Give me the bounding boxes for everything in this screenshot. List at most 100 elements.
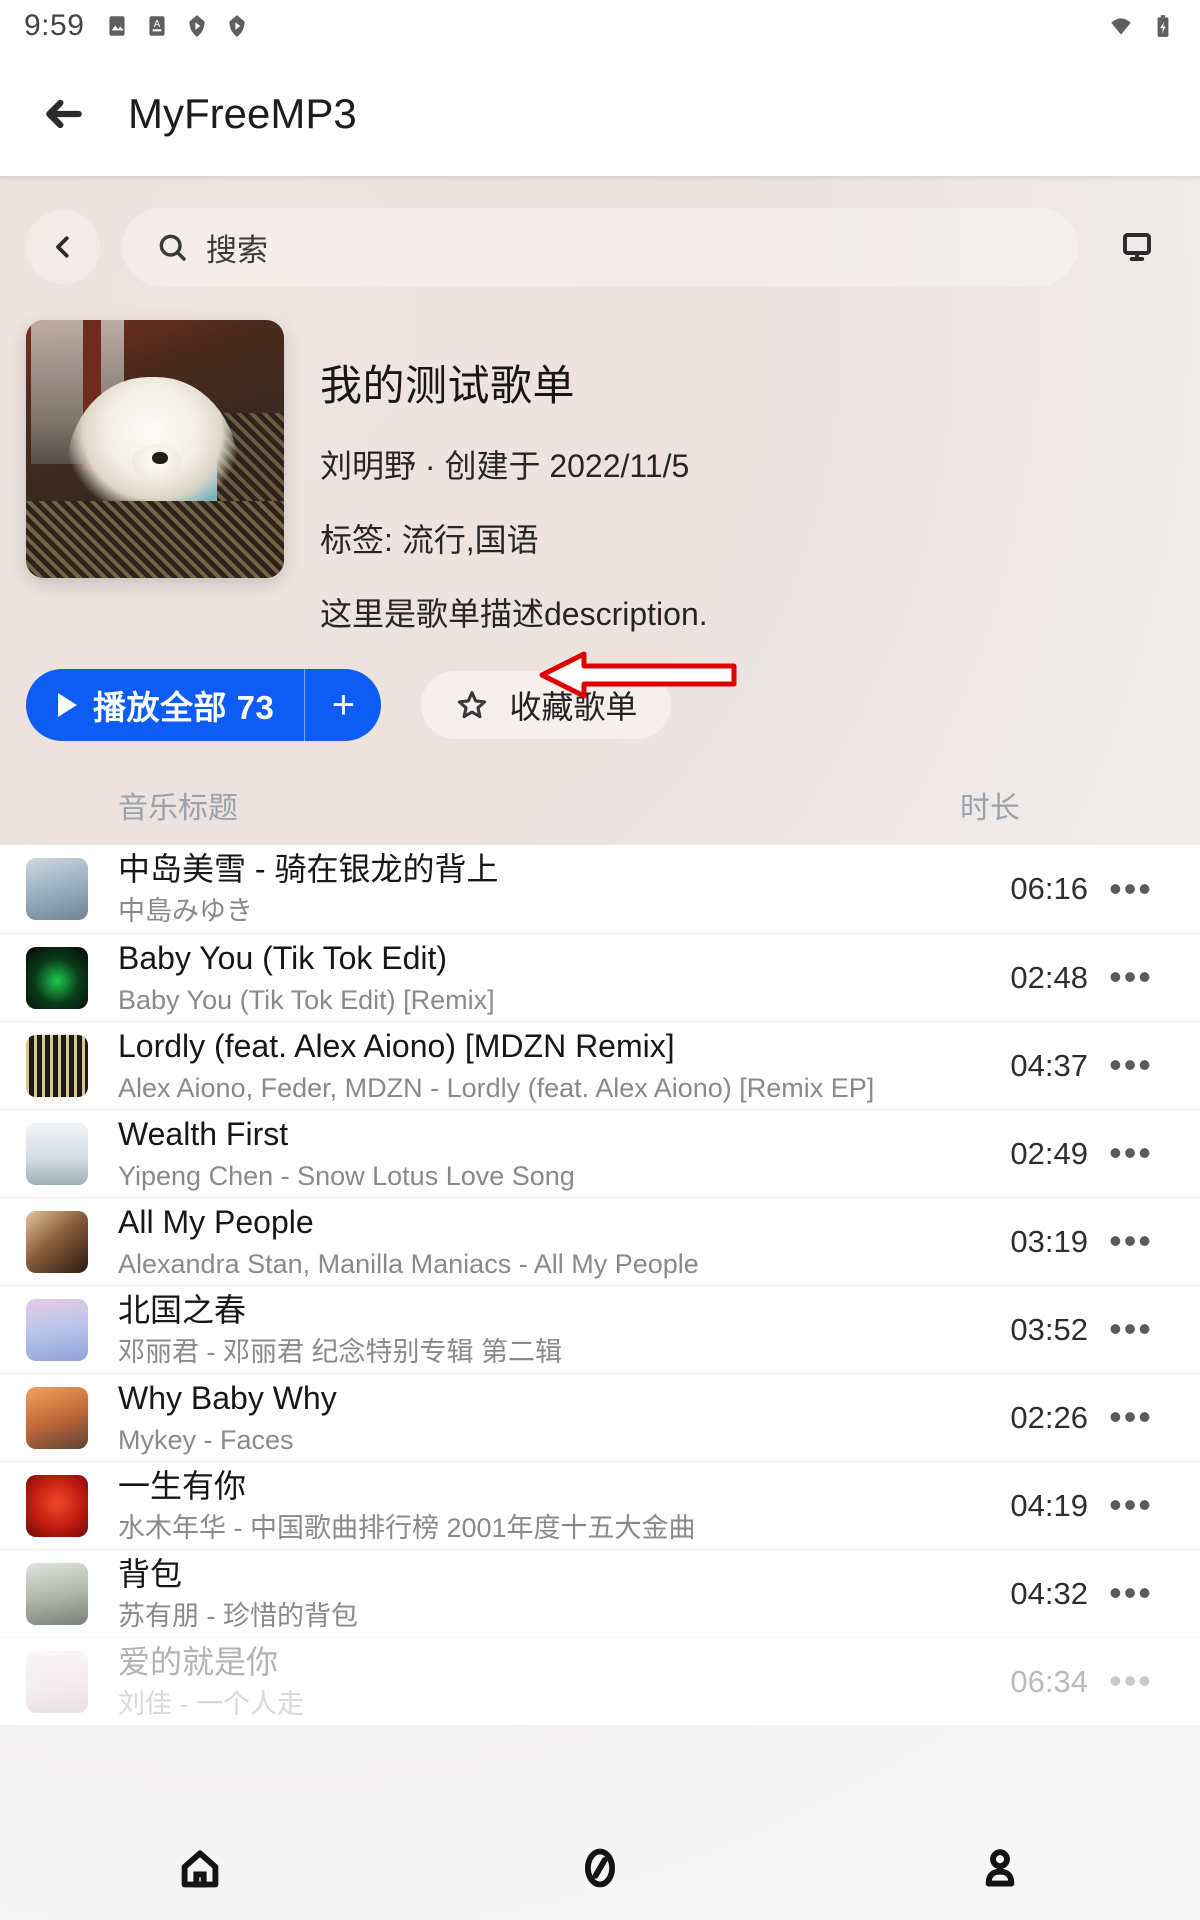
add-to-playlist-button[interactable]: + xyxy=(305,669,381,741)
search-placeholder: 搜索 xyxy=(206,232,268,268)
song-info: 一生有你 水木年华 - 中国歌曲排行榜 2001年度十五大金曲 xyxy=(118,1467,956,1545)
song-more-button[interactable]: ••• xyxy=(1088,1662,1174,1699)
playlist-creator-line: 刘明野 · 创建于 2022/11/5 xyxy=(320,448,690,484)
playlist-meta: 我的测试歌单 刘明野 · 创建于 2022/11/5 标签: 流行,国语 这里是… xyxy=(320,320,1174,635)
song-title: 中岛美雪 - 骑在银龙的背上 xyxy=(118,851,499,888)
song-more-button[interactable]: ••• xyxy=(1088,958,1174,995)
nav-home[interactable] xyxy=(145,1823,255,1913)
wifi-icon xyxy=(1111,18,1131,35)
song-subtitle: Yipeng Chen - Snow Lotus Love Song xyxy=(118,1160,575,1191)
song-more-button[interactable]: ••• xyxy=(1088,1486,1174,1523)
playlist-description: 这里是歌单描述description. xyxy=(320,596,708,632)
song-row[interactable]: Wealth First Yipeng Chen - Snow Lotus Lov… xyxy=(0,1109,1200,1197)
song-row[interactable]: 爱的就是你 刘佳 - 一个人走 06:34 ••• xyxy=(0,1637,1200,1725)
person-icon xyxy=(985,1849,1015,1887)
song-more-button[interactable]: ••• xyxy=(1088,1222,1174,1259)
song-duration: 06:34 xyxy=(1010,1663,1088,1699)
song-row[interactable]: 背包苏有朋 - 珍惜的背包 04:32 ••• xyxy=(0,1549,1200,1637)
status-system-icons xyxy=(1108,12,1176,40)
song-list: 中岛美雪 - 骑在银龙的背上 中島みゆき 06:16 ••• Baby You (Tik… xyxy=(0,845,1200,1725)
song-info: 中岛美雪 - 骑在银龙的背上中島みゆき xyxy=(118,850,956,928)
playlist-cover-image[interactable] xyxy=(26,320,284,578)
search-input[interactable]: 搜索 xyxy=(122,208,1078,286)
song-title: All My People xyxy=(118,1203,314,1240)
page-back-button[interactable] xyxy=(26,210,100,284)
song-info: 背包苏有朋 - 珍惜的背包 xyxy=(118,1555,956,1633)
image-icon xyxy=(109,16,125,36)
song-row[interactable]: 北国之春邓丽君 - 邓丽君 纪念特别专辑 第二辑 03:52 ••• xyxy=(0,1285,1200,1373)
song-thumbnail xyxy=(26,1386,88,1449)
song-subtitle: 邓丽君 - 邓丽君 纪念特别专辑 第二辑 xyxy=(118,1336,562,1367)
play-all-label: 播放全部 73 xyxy=(93,689,275,726)
song-more-button[interactable]: ••• xyxy=(1088,870,1174,907)
playlist-tags: 标签: 流行,国语 xyxy=(320,522,539,558)
song-subtitle: Mykey - Faces xyxy=(118,1424,294,1455)
song-more-button[interactable]: ••• xyxy=(1088,1398,1174,1435)
song-thumbnail xyxy=(26,1210,88,1273)
compass-icon xyxy=(584,1848,616,1888)
song-title: Wealth First xyxy=(118,1115,289,1152)
bottom-navigation xyxy=(0,1816,1200,1920)
song-duration: 02:48 xyxy=(1010,959,1088,995)
song-subtitle: Baby You (Tik Tok Edit) [Remix] xyxy=(118,984,495,1015)
favorite-playlist-button[interactable]: 收藏歌单 xyxy=(421,671,672,739)
arrow-left-icon xyxy=(46,99,82,129)
song-more-button[interactable]: ••• xyxy=(1088,1046,1174,1083)
song-thumbnail xyxy=(26,858,88,920)
song-row[interactable]: All My People Alexandra Stan, Manilla Man… xyxy=(0,1197,1200,1285)
song-subtitle: Alex Aiono, Feder, MDZN - Lordly (feat. … xyxy=(118,1072,875,1103)
playlist-title: 我的测试歌单 xyxy=(320,362,576,409)
song-title: 背包 xyxy=(118,1555,183,1592)
song-title: Why Baby Why xyxy=(118,1379,337,1416)
song-subtitle: 苏有朋 - 珍惜的背包 xyxy=(118,1600,358,1631)
song-thumbnail xyxy=(26,1298,88,1361)
song-more-button[interactable]: ••• xyxy=(1088,1134,1174,1171)
search-icon xyxy=(156,231,188,263)
song-title: 北国之春 xyxy=(118,1291,247,1328)
webview-content: 搜索 我的测试歌单 刘明野 · 创建于 2022/11/5 标签: 流行,国语 … xyxy=(0,176,1200,1920)
favorite-label: 收藏歌单 xyxy=(509,689,638,725)
song-thumbnail xyxy=(26,1474,88,1537)
song-subtitle: Alexandra Stan, Manilla Maniacs - All My… xyxy=(118,1248,699,1279)
song-info: Wealth First Yipeng Chen - Snow Lotus Lov… xyxy=(118,1115,956,1193)
chevron-left-icon xyxy=(56,236,69,258)
song-row[interactable]: 一生有你 水木年华 - 中国歌曲排行榜 2001年度十五大金曲 04:19 ••• xyxy=(0,1461,1200,1549)
song-thumbnail xyxy=(26,1562,88,1625)
song-thumbnail xyxy=(26,946,88,1009)
song-title: Lordly (feat. Alex Aiono) [MDZN Remix] xyxy=(118,1027,675,1064)
song-row[interactable]: Baby You (Tik Tok Edit) Baby You (Tik Tok… xyxy=(0,933,1200,1021)
svg-text:A: A xyxy=(154,19,161,30)
song-duration: 04:19 xyxy=(1010,1487,1088,1523)
column-header-title: 音乐标题 xyxy=(118,792,238,825)
song-thumbnail xyxy=(26,1650,88,1713)
song-row[interactable]: 中岛美雪 - 骑在银龙的背上 中島みゆき 06:16 ••• xyxy=(0,845,1200,933)
play-triangle-icon xyxy=(58,693,77,717)
nav-discover[interactable] xyxy=(545,1823,655,1913)
song-more-button[interactable]: ••• xyxy=(1088,1574,1174,1611)
search-row: 搜索 xyxy=(0,176,1200,286)
song-duration: 04:37 xyxy=(1010,1047,1088,1083)
song-more-button[interactable]: ••• xyxy=(1088,1310,1174,1347)
status-time: 9:59 xyxy=(24,9,85,42)
star-outline-icon xyxy=(455,688,489,722)
status-notification-icons: A xyxy=(104,12,250,40)
play-all-button[interactable]: 播放全部 73 + xyxy=(26,669,382,741)
song-subtitle: 中島みゆき xyxy=(118,896,253,927)
cast-screen-icon xyxy=(1123,233,1151,261)
home-icon xyxy=(181,1850,219,1888)
song-thumbnail xyxy=(26,1034,88,1097)
cast-button[interactable] xyxy=(1100,210,1174,284)
play-all-main[interactable]: 播放全部 73 xyxy=(26,669,304,741)
app-back-button[interactable] xyxy=(36,86,92,142)
song-info: Lordly (feat. Alex Aiono) [MDZN Remix] Al… xyxy=(118,1027,956,1105)
battery-charging-icon xyxy=(1157,15,1169,37)
nav-profile[interactable] xyxy=(945,1823,1055,1913)
song-info: Baby You (Tik Tok Edit) Baby You (Tik Tok… xyxy=(118,939,956,1017)
song-duration: 04:32 xyxy=(1010,1575,1088,1611)
song-row[interactable]: Why Baby Why Mykey - Faces 02:26 ••• xyxy=(0,1373,1200,1461)
song-duration: 02:49 xyxy=(1010,1135,1088,1171)
song-row[interactable]: Lordly (feat. Alex Aiono) [MDZN Remix] Al… xyxy=(0,1021,1200,1109)
song-duration: 03:52 xyxy=(1010,1311,1088,1347)
song-table-header: 音乐标题 时长 xyxy=(0,741,1200,845)
playlist-actions: 播放全部 73 + 收藏歌单 xyxy=(0,635,1200,741)
